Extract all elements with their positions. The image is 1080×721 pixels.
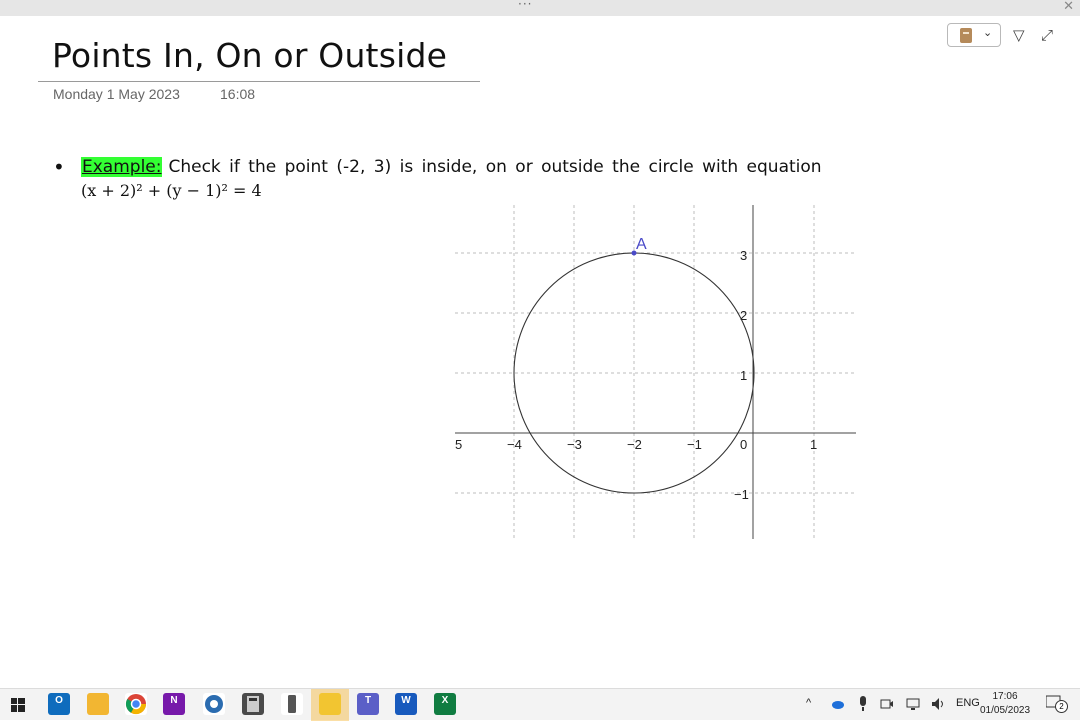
- title-divider: [38, 81, 480, 82]
- taskbar: O N T W X ^ ENG 17:06 01/05/2023 2: [0, 688, 1080, 721]
- y-tick-label: 3: [740, 248, 747, 263]
- notebook-button[interactable]: ⌄: [947, 23, 1001, 47]
- clock-time: 17:06: [992, 691, 1018, 702]
- x-tick-label: −3: [567, 437, 582, 452]
- y-tick-label: −1: [734, 487, 749, 502]
- window-menu-dots[interactable]: ···: [518, 0, 532, 11]
- microphone-icon[interactable]: [857, 696, 869, 712]
- window-top-bar: ··· ✕: [0, 0, 1080, 16]
- close-icon[interactable]: ✕: [1063, 0, 1074, 14]
- x-tick-label: −4: [507, 437, 522, 452]
- notebook-icon: [960, 28, 972, 43]
- phone-icon[interactable]: [281, 693, 303, 715]
- chevron-down-icon: ⌄: [983, 26, 993, 39]
- pen-icon[interactable]: ▽: [1013, 26, 1025, 44]
- tray-chevron-icon[interactable]: ^: [806, 697, 811, 709]
- coordinate-graph[interactable]: 5 −4 −3 −2 −1 0 1 3 2 1 −1 A: [450, 205, 860, 541]
- x-tick-label: −2: [627, 437, 642, 452]
- windows-start-icon[interactable]: [11, 698, 25, 712]
- page-title[interactable]: Points In, On or Outside: [52, 36, 447, 75]
- x-tick-label: −1: [687, 437, 702, 452]
- x-tick-label: 1: [810, 437, 817, 452]
- excel-icon[interactable]: X: [434, 693, 456, 715]
- chrome-icon[interactable]: [125, 693, 147, 715]
- word-icon[interactable]: W: [395, 693, 417, 715]
- system-clock[interactable]: 17:06 01/05/2023: [980, 690, 1030, 718]
- file-explorer-icon[interactable]: [87, 693, 109, 715]
- example-text[interactable]: Example: Check if the point (-2, 3) is in…: [81, 157, 822, 177]
- notification-icon[interactable]: 2: [1045, 695, 1068, 713]
- point-a-label: A: [636, 236, 647, 253]
- page-date: Monday 1 May 2023: [53, 86, 180, 102]
- network-icon[interactable]: [906, 697, 920, 711]
- x-tick-label: 5: [455, 437, 462, 452]
- language-indicator[interactable]: ENG: [956, 697, 980, 709]
- clock-date: 01/05/2023: [980, 705, 1031, 716]
- sticky-notes-icon[interactable]: [319, 693, 341, 715]
- x-tick-label: 0: [740, 437, 747, 452]
- onedrive-icon[interactable]: [831, 697, 845, 711]
- page-time: 16:08: [220, 86, 256, 102]
- bullet-icon: •: [53, 155, 65, 179]
- notification-badge: 2: [1055, 700, 1068, 713]
- remote-desktop-icon[interactable]: [203, 693, 225, 715]
- onenote-icon[interactable]: N: [163, 693, 185, 715]
- circle-equation: (x + 2)² + (y − 1)² = 4: [81, 181, 262, 200]
- teams-icon[interactable]: T: [357, 693, 379, 715]
- expand-icon[interactable]: ⤢: [1041, 26, 1053, 44]
- calculator-icon[interactable]: [242, 693, 264, 715]
- y-tick-label: 2: [740, 308, 747, 323]
- y-tick-label: 1: [740, 368, 747, 383]
- question-text: Check if the point (-2, 3) is inside, on…: [168, 157, 822, 177]
- meet-now-icon[interactable]: [880, 697, 894, 711]
- outlook-icon[interactable]: O: [48, 693, 70, 715]
- example-label: Example:: [81, 157, 163, 177]
- volume-icon[interactable]: [931, 697, 947, 711]
